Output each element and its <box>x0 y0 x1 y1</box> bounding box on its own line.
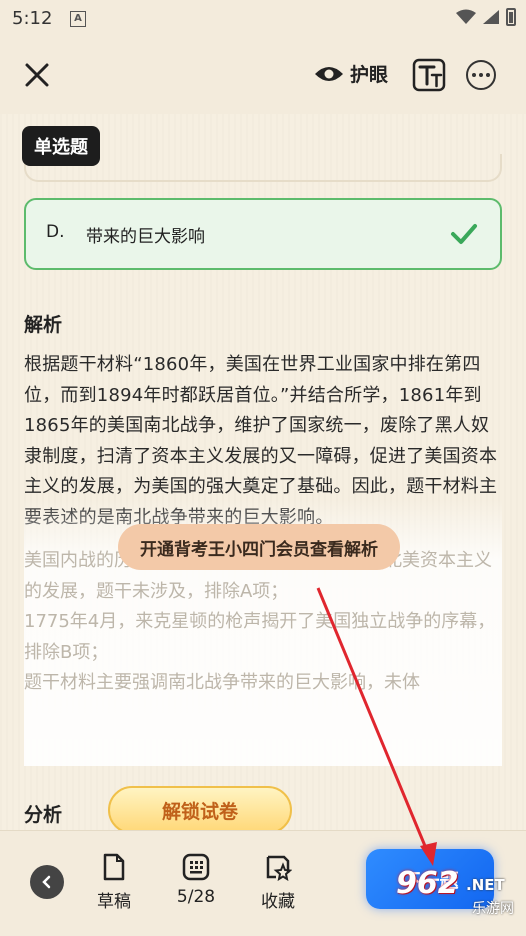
watermark-sub: 乐游网 <box>472 901 514 917</box>
favorite-label: 收藏 <box>261 892 295 912</box>
signal-icon <box>483 10 499 24</box>
option-letter: D. <box>46 222 65 242</box>
member-unlock-prompt[interactable]: 开通背考王小四门会员查看解析 <box>118 524 400 570</box>
eye-icon <box>315 66 343 81</box>
section-analysis-title: 分析 <box>24 804 63 826</box>
analysis-title: 解析 <box>24 314 63 336</box>
draft-label: 草稿 <box>97 892 131 912</box>
watermark-net: .NET <box>466 876 505 894</box>
more-options-icon[interactable] <box>466 60 496 90</box>
wifi-icon <box>456 9 476 24</box>
watermark-logo: 962 .NET 乐游网 <box>386 866 526 926</box>
top-bar: 护眼 <box>0 36 526 114</box>
question-index-button[interactable]: 5/28 <box>166 853 226 907</box>
close-icon[interactable] <box>20 58 54 92</box>
previous-question-button[interactable] <box>30 865 64 899</box>
question-content: 单选题 D. 带来的巨大影响 解析 根据题干材料“1860年，美国在世界工业国家… <box>0 114 526 830</box>
notification-icon: A <box>70 11 86 27</box>
progress-label: 5/28 <box>176 887 216 907</box>
favorite-button[interactable]: 收藏 <box>248 853 308 912</box>
grid-calendar-icon <box>182 853 210 881</box>
font-size-icon[interactable] <box>412 58 446 92</box>
draft-button[interactable]: 草稿 <box>84 853 144 912</box>
status-bar: 5:12 A <box>0 0 526 36</box>
status-icons <box>456 8 516 26</box>
status-time: 5:12 <box>12 8 53 29</box>
unlock-exam-button[interactable]: 解锁试卷 <box>108 786 292 830</box>
option-text: 带来的巨大影响 <box>86 227 205 247</box>
chevron-left-icon <box>42 875 51 889</box>
checkmark-icon <box>451 224 477 244</box>
question-type-tag: 单选题 <box>22 126 100 166</box>
option-d[interactable]: D. 带来的巨大影响 <box>24 198 502 270</box>
eye-care-label: 护眼 <box>350 64 389 86</box>
eye-care-button[interactable]: 护眼 <box>314 60 388 87</box>
draft-icon <box>103 853 125 881</box>
watermark-main: 962 <box>396 866 459 901</box>
battery-icon <box>506 8 516 26</box>
favorite-icon <box>266 855 292 881</box>
